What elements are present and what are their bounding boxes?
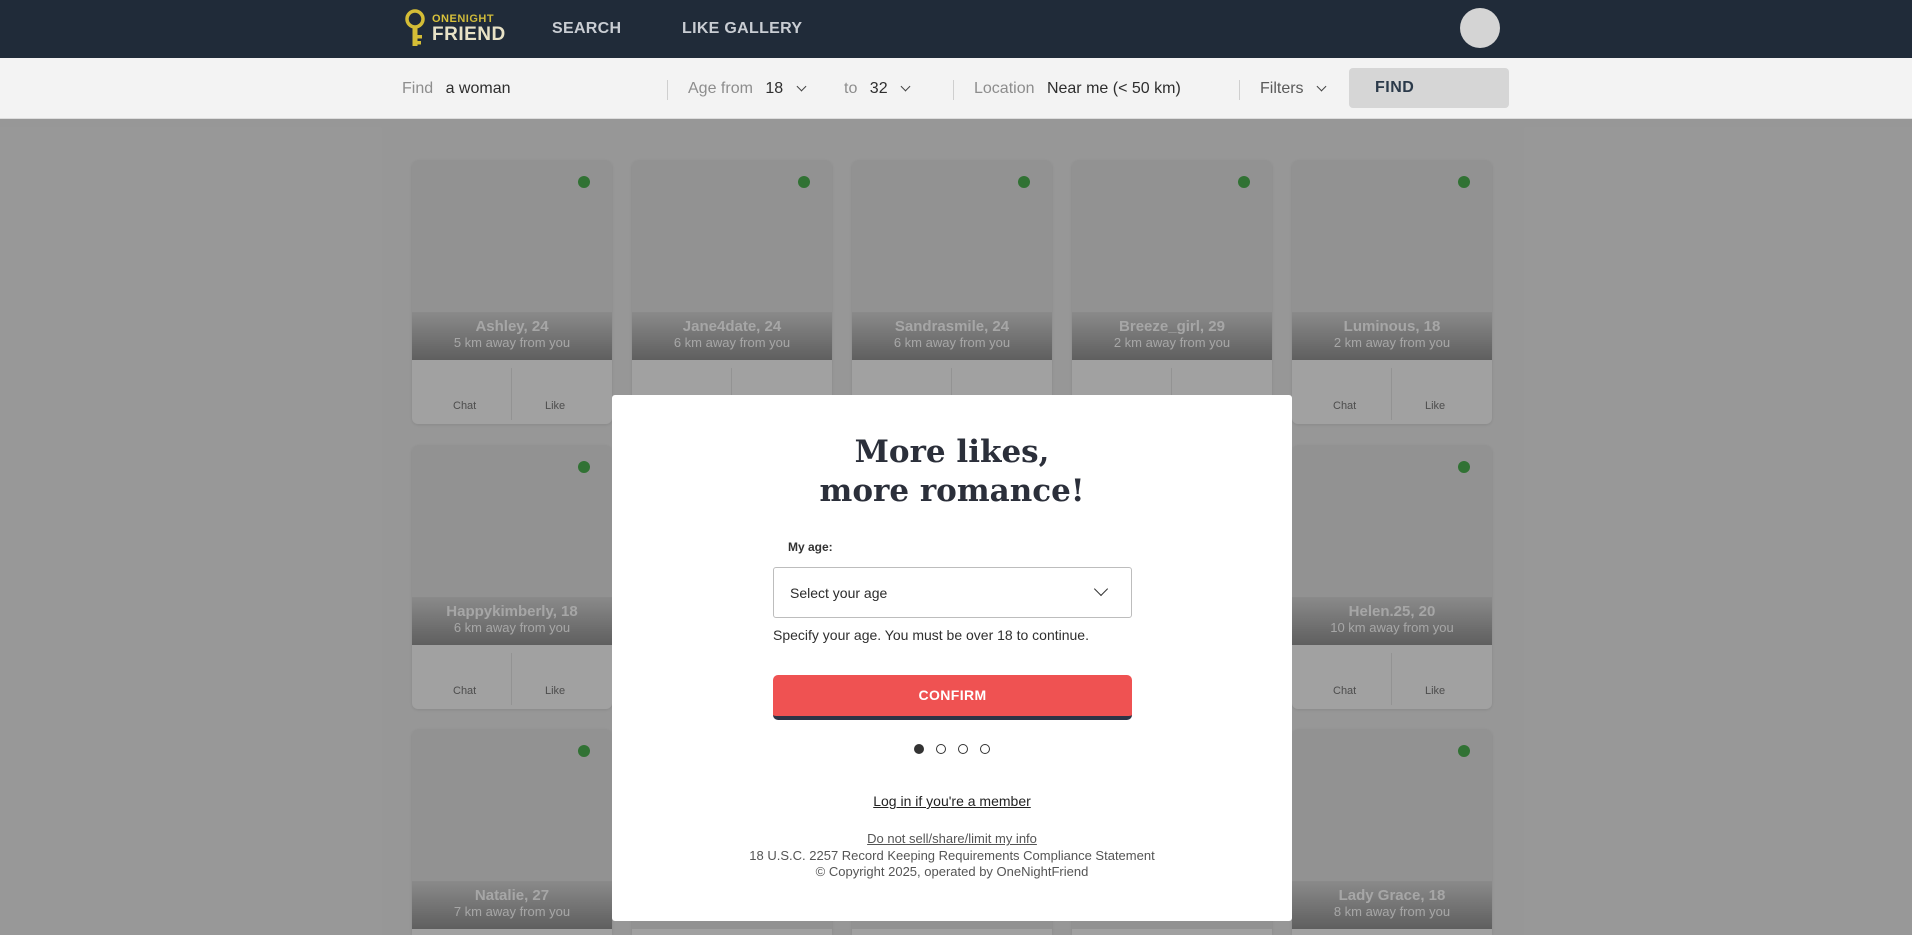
- top-navbar: ONENIGHT FRIEND SEARCH LIKE GALLERY: [0, 0, 1912, 58]
- privacy-choices-link[interactable]: Do not sell/share/limit my info: [612, 831, 1292, 846]
- step-dot: [958, 744, 968, 754]
- modal-title-line-1: More likes,: [854, 434, 1050, 470]
- find-filter[interactable]: Find a woman: [402, 80, 511, 98]
- step-dot: [936, 744, 946, 754]
- chevron-down-icon: [1093, 581, 1109, 597]
- step-dot-active: [914, 744, 924, 754]
- divider: [667, 80, 668, 100]
- location-value: Near me (< 50 km): [1046, 80, 1181, 97]
- site-logo[interactable]: ONENIGHT FRIEND: [402, 8, 506, 50]
- location-select[interactable]: Location Near me (< 50 km): [974, 80, 1181, 98]
- age-to-label: to: [844, 80, 858, 97]
- age-to-select[interactable]: to 32: [844, 80, 911, 98]
- age-from-select[interactable]: Age from 18: [688, 80, 807, 98]
- age-select-value: Select your age: [790, 585, 888, 601]
- location-label: Location: [974, 80, 1035, 97]
- chevron-down-icon: [900, 81, 911, 92]
- age-from-label: Age from: [688, 80, 753, 97]
- modal-title-line-2: more romance!: [819, 473, 1085, 509]
- compliance-statement[interactable]: 18 U.S.C. 2257 Record Keeping Requiremen…: [612, 848, 1292, 863]
- logo-friend: FRIEND: [432, 24, 506, 45]
- filters-dropdown[interactable]: Filters: [1260, 80, 1327, 98]
- age-field-label: My age:: [788, 540, 833, 554]
- login-link[interactable]: Log in if you're a member: [612, 793, 1292, 809]
- search-bar: Find a woman Age from 18 to 32 Location …: [0, 58, 1912, 119]
- age-verification-modal: More likes, more romance! My age: Select…: [612, 395, 1292, 921]
- find-label: Find: [402, 80, 434, 97]
- copyright-text: © Copyright 2025, operated by OneNightFr…: [815, 864, 1089, 879]
- divider: [953, 80, 954, 100]
- find-button[interactable]: FIND: [1349, 68, 1509, 108]
- divider: [1239, 80, 1240, 100]
- chevron-down-icon: [1316, 81, 1327, 92]
- modal-title: More likes, more romance!: [612, 433, 1292, 511]
- step-indicator: [914, 744, 990, 754]
- filters-label: Filters: [1260, 80, 1304, 97]
- user-avatar[interactable]: [1460, 8, 1500, 48]
- nav-search-link[interactable]: SEARCH: [552, 20, 621, 38]
- age-select[interactable]: Select your age: [773, 567, 1132, 618]
- chevron-down-icon: [796, 81, 807, 92]
- confirm-button[interactable]: CONFIRM: [773, 675, 1132, 720]
- step-dot: [980, 744, 990, 754]
- age-to-value: 32: [869, 80, 888, 97]
- nav-like-gallery-link[interactable]: LIKE GALLERY: [682, 20, 802, 38]
- age-from-value: 18: [765, 80, 784, 97]
- logo-wordmark: ONENIGHT FRIEND: [432, 14, 506, 45]
- age-help-text: Specify your age. You must be over 18 to…: [773, 627, 1089, 643]
- key-logo-icon: [405, 9, 425, 46]
- find-value: a woman: [445, 80, 511, 97]
